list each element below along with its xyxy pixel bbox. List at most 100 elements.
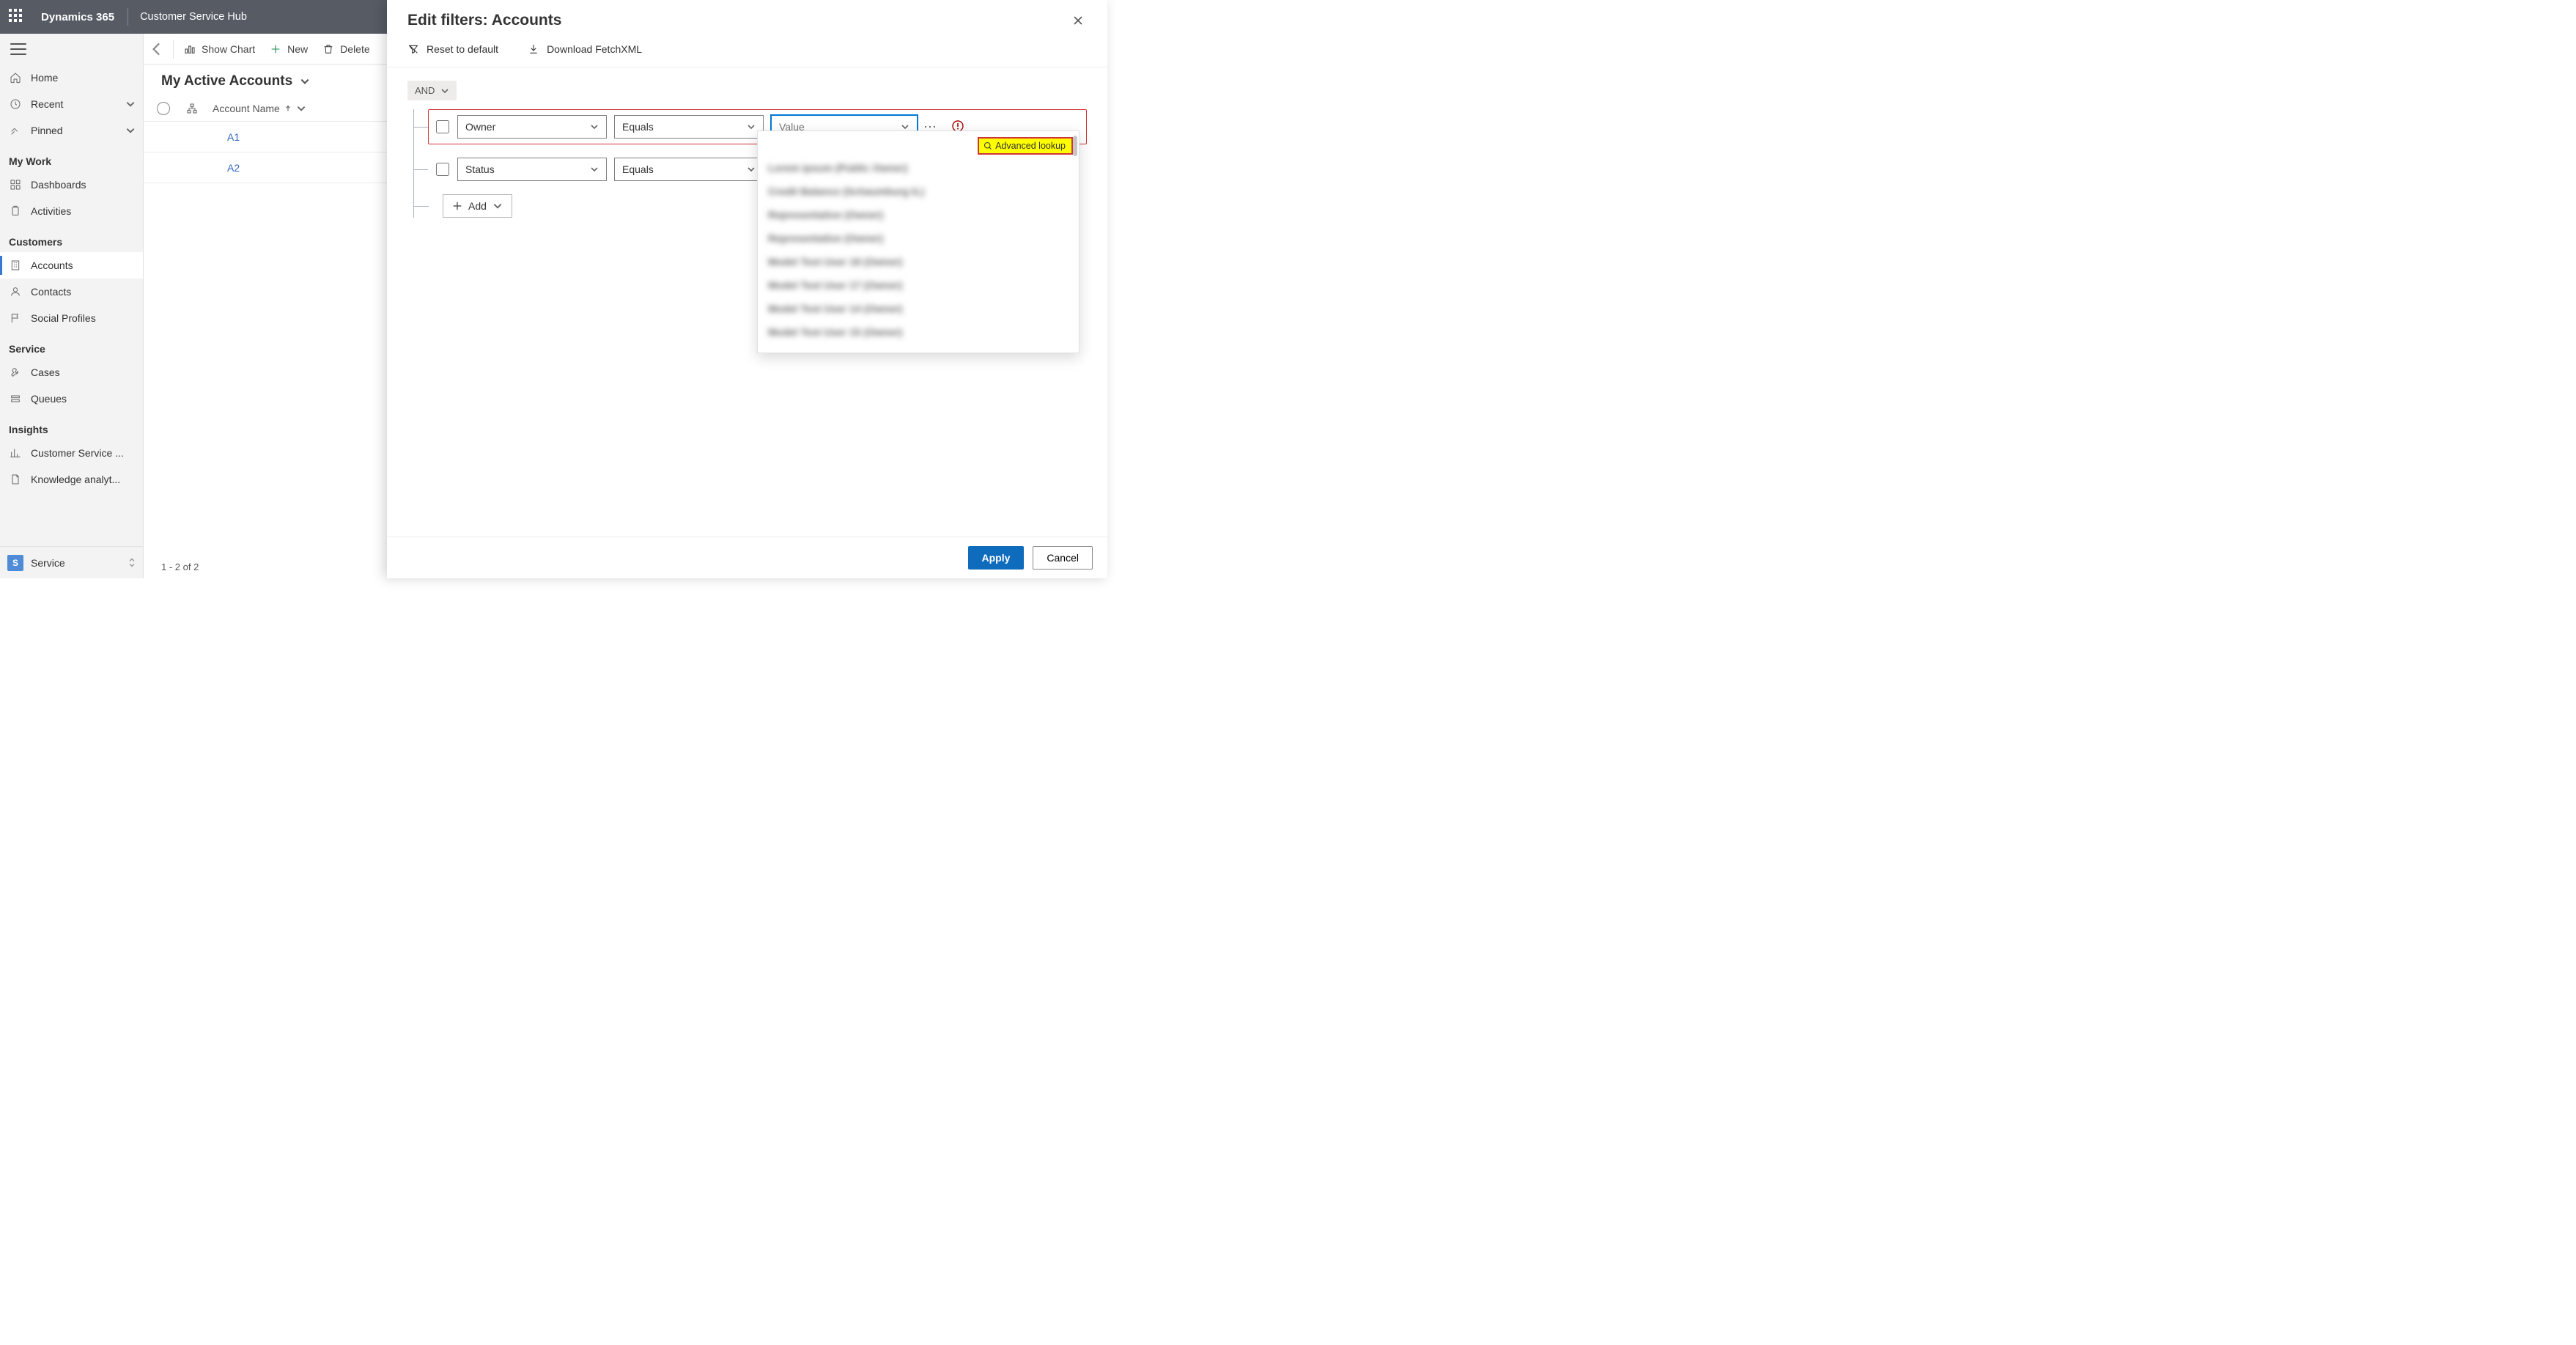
field-select[interactable]: Owner: [457, 115, 607, 139]
sort-asc-icon: [284, 105, 292, 112]
chart-icon: [9, 446, 22, 460]
clock-icon: [9, 97, 22, 111]
nav-label: Contacts: [31, 286, 136, 298]
plus-icon: [452, 201, 462, 211]
nav-section-service: Service: [0, 331, 143, 359]
nav-section-mywork: My Work: [0, 144, 143, 172]
column-label: Account Name: [213, 103, 280, 114]
nav-item-home[interactable]: Home: [0, 65, 143, 91]
pin-icon: [9, 124, 22, 137]
back-button[interactable]: [148, 40, 167, 59]
updown-icon: [128, 558, 136, 567]
app-launcher-icon[interactable]: [9, 9, 25, 25]
document-icon: [9, 473, 22, 486]
brand-name: Dynamics 365: [41, 11, 114, 23]
nav-label: Dashboards: [31, 179, 136, 191]
panel-title: Edit filters: Accounts: [407, 12, 1069, 29]
chart-icon: [184, 43, 196, 55]
show-chart-button[interactable]: Show Chart: [177, 34, 262, 65]
condition-checkbox[interactable]: [436, 163, 449, 176]
nav-item-knowledge[interactable]: Knowledge analyt...: [0, 466, 143, 493]
add-label: Add: [468, 200, 487, 212]
panel-footer: Apply Cancel: [387, 537, 1107, 578]
chevron-down-icon[interactable]: [300, 76, 310, 86]
lookup-results-blurred: Lorem ipsum (Public Owner) Credit Balanc…: [758, 136, 1079, 353]
chevron-down-icon: [125, 99, 136, 109]
nav-label: Knowledge analyt...: [31, 473, 136, 485]
nav-label: Queues: [31, 393, 136, 405]
delete-button[interactable]: Delete: [315, 34, 377, 65]
cmd-label: New: [287, 43, 308, 55]
hub-name: Customer Service Hub: [140, 11, 247, 23]
value-dropdown: Advanced lookup Lorem ipsum (Public Owne…: [757, 130, 1080, 353]
condition-checkbox[interactable]: [436, 120, 449, 133]
action-label: Download FetchXML: [547, 43, 642, 55]
account-link[interactable]: A2: [227, 162, 240, 174]
nav-item-queues[interactable]: Queues: [0, 386, 143, 412]
chevron-down-icon: [125, 125, 136, 136]
plus-icon: [270, 43, 281, 55]
operator-select[interactable]: Equals: [614, 115, 764, 139]
cmd-label: Delete: [340, 43, 369, 55]
nav-section-insights: Insights: [0, 412, 143, 440]
view-title[interactable]: My Active Accounts: [161, 73, 292, 89]
account-link[interactable]: A1: [227, 131, 240, 143]
chevron-down-icon: [296, 103, 306, 114]
clipboard-icon: [9, 204, 22, 218]
nav-label: Social Profiles: [31, 312, 136, 324]
nav-label: Pinned: [31, 125, 125, 136]
field-select[interactable]: Status: [457, 158, 607, 181]
nav-item-recent[interactable]: Recent: [0, 91, 143, 117]
nav-scroll[interactable]: Home Recent Pinned My Work Dashboards: [0, 65, 143, 546]
building-icon: [9, 259, 22, 272]
area-tile: S: [7, 555, 23, 571]
trash-icon: [322, 43, 334, 55]
divider: [173, 40, 174, 59]
area-switcher[interactable]: S Service: [0, 546, 143, 578]
hierarchy-icon[interactable]: [185, 103, 199, 114]
queue-icon: [9, 392, 22, 405]
nav-item-pinned[interactable]: Pinned: [0, 117, 143, 144]
chevron-down-icon: [440, 86, 449, 95]
nav-label: Home: [31, 72, 136, 84]
nav-label: Customer Service ...: [31, 447, 136, 459]
new-button[interactable]: New: [262, 34, 315, 65]
group-operator-chip[interactable]: AND: [407, 81, 457, 100]
left-nav: Home Recent Pinned My Work Dashboards: [0, 34, 144, 578]
nav-collapse-row: [0, 34, 143, 65]
nav-item-csperf[interactable]: Customer Service ...: [0, 440, 143, 466]
nav-section-customers: Customers: [0, 224, 143, 252]
chevron-down-icon: [492, 201, 503, 211]
home-icon: [9, 71, 22, 84]
operator-select[interactable]: Equals: [614, 158, 764, 181]
flag-icon: [9, 312, 22, 325]
grid-status: 1 - 2 of 2: [161, 561, 199, 572]
nav-item-contacts[interactable]: Contacts: [0, 279, 143, 305]
nav-item-dashboards[interactable]: Dashboards: [0, 172, 143, 198]
wrench-icon: [9, 366, 22, 379]
area-label: Service: [31, 557, 128, 569]
nav-label: Recent: [31, 98, 125, 110]
nav-item-social[interactable]: Social Profiles: [0, 305, 143, 331]
close-button[interactable]: [1069, 12, 1087, 33]
nav-item-activities[interactable]: Activities: [0, 198, 143, 224]
nav-label: Cases: [31, 366, 136, 378]
dashboard-icon: [9, 178, 22, 191]
download-fetchxml-button[interactable]: Download FetchXML: [528, 43, 642, 55]
person-icon: [9, 285, 22, 298]
add-condition-button[interactable]: Add: [443, 194, 512, 218]
reset-to-default-button[interactable]: Reset to default: [407, 43, 498, 55]
hamburger-icon[interactable]: [10, 43, 26, 55]
cancel-button[interactable]: Cancel: [1033, 546, 1093, 570]
nav-label: Activities: [31, 205, 136, 217]
filter-clear-icon: [407, 43, 419, 55]
action-label: Reset to default: [427, 43, 498, 55]
group-op-label: AND: [415, 85, 435, 96]
edit-filters-panel: Edit filters: Accounts Reset to default …: [387, 0, 1107, 578]
nav-item-cases[interactable]: Cases: [0, 359, 143, 386]
nav-item-accounts[interactable]: Accounts: [0, 252, 143, 279]
apply-button[interactable]: Apply: [968, 546, 1025, 570]
download-icon: [528, 43, 539, 55]
select-all[interactable]: [157, 102, 171, 115]
cmd-label: Show Chart: [202, 43, 255, 55]
